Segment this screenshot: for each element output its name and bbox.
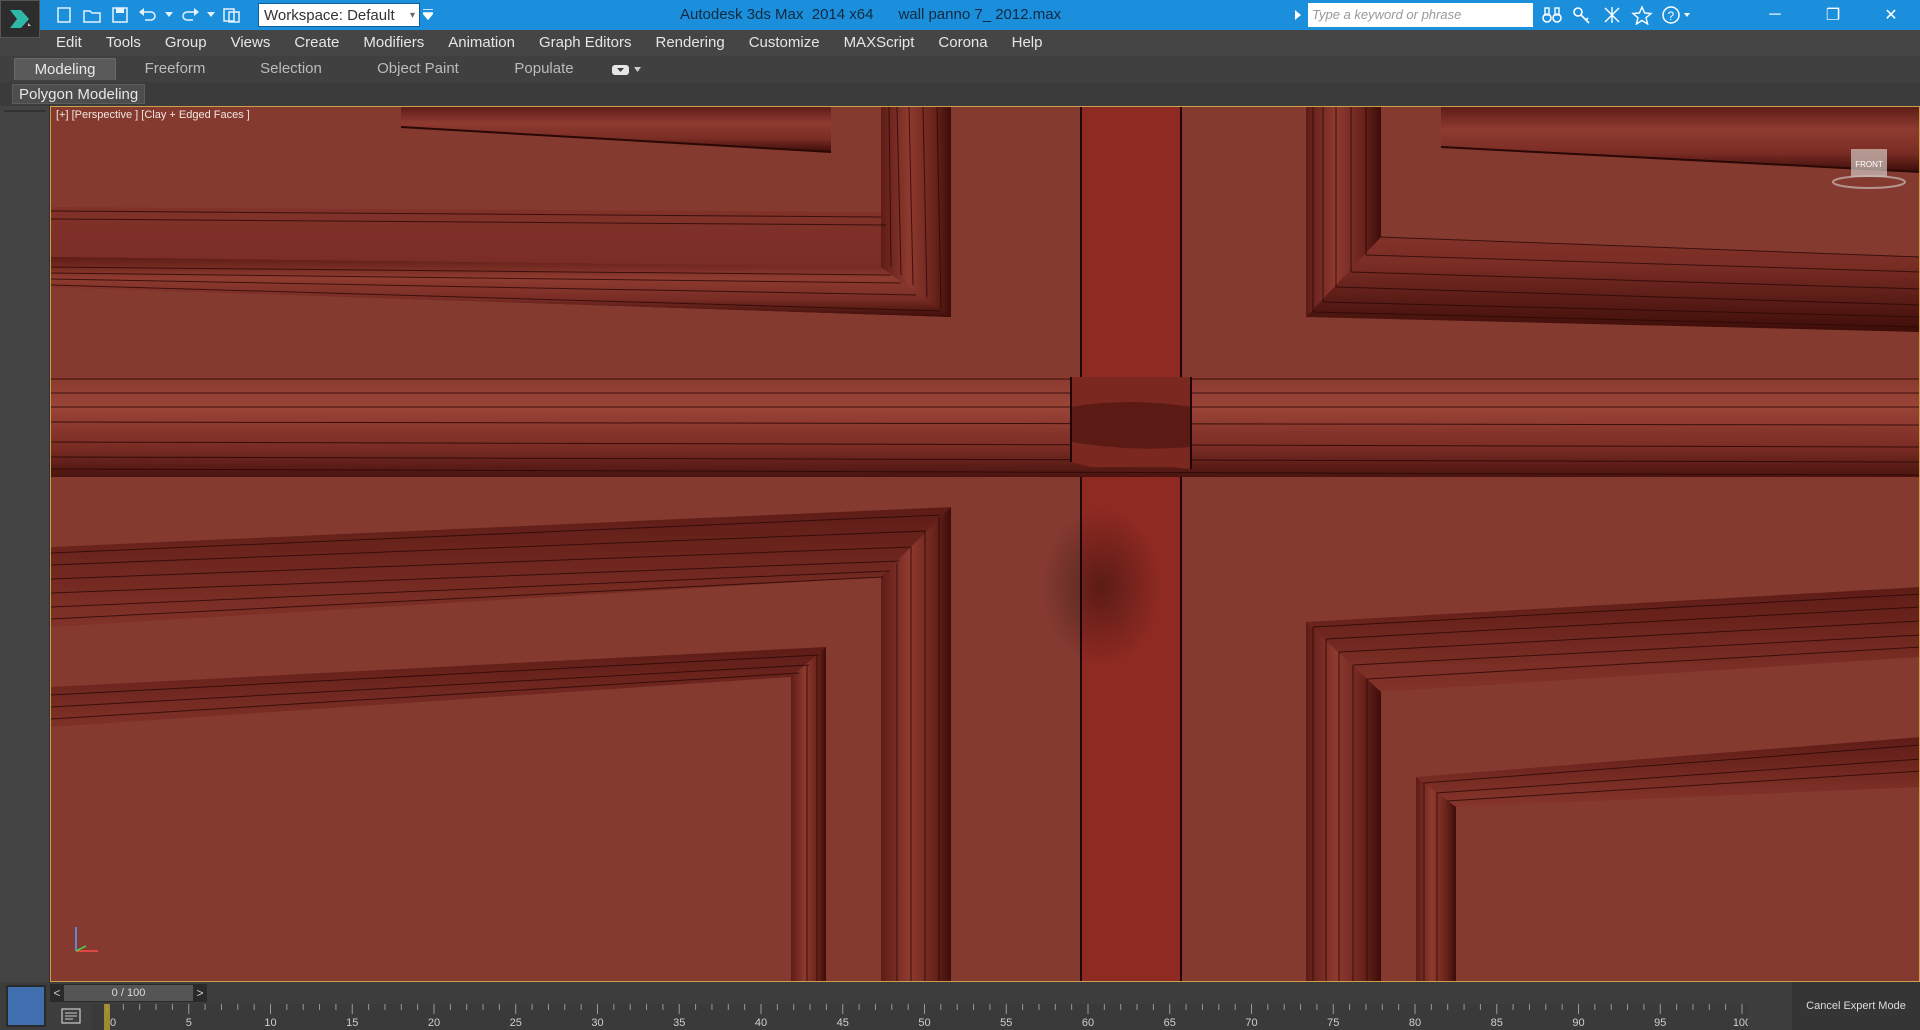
- search-input[interactable]: Type a keyword or phrase: [1308, 3, 1533, 27]
- track-tick-label: 5: [186, 1017, 192, 1029]
- maxscript-mini-listener[interactable]: [6, 985, 46, 1027]
- track-tick-label: 15: [346, 1017, 358, 1029]
- tab-populate[interactable]: Populate: [494, 58, 594, 80]
- menu-customize[interactable]: Customize: [737, 30, 832, 56]
- wall-panel-render: [51, 107, 1919, 981]
- viewcube[interactable]: FRONT: [1829, 137, 1909, 197]
- infocenter-toolbar: ?: [1534, 0, 1714, 30]
- application-menu-button[interactable]: [0, 0, 40, 38]
- quick-access-toolbar: [52, 4, 244, 26]
- current-frame-marker[interactable]: [104, 1004, 110, 1030]
- redo-icon[interactable]: [178, 4, 202, 26]
- tab-selection[interactable]: Selection: [240, 58, 342, 80]
- horizontal-chair-rail: [51, 377, 1919, 477]
- max-logo-icon: [10, 10, 31, 28]
- menu-help[interactable]: Help: [1000, 30, 1055, 56]
- svg-text:?: ?: [1668, 9, 1675, 23]
- menu-edit[interactable]: Edit: [56, 30, 94, 56]
- menu-tools[interactable]: Tools: [94, 30, 153, 56]
- time-slider[interactable]: < 0 / 100 >: [50, 984, 207, 1002]
- minimize-icon[interactable]: ─: [1746, 0, 1804, 30]
- time-slider-value: 0 / 100: [64, 985, 193, 1001]
- binoculars-icon[interactable]: [1540, 3, 1564, 27]
- cancel-expert-mode-button[interactable]: Cancel Expert Mode: [1792, 982, 1920, 1030]
- save-file-icon[interactable]: [108, 4, 132, 26]
- axis-tripod-icon: [75, 927, 98, 952]
- strip-divider: [4, 110, 46, 112]
- redo-dropdown-icon[interactable]: [206, 4, 216, 26]
- track-tick-label: 75: [1327, 1017, 1339, 1029]
- tab-freeform[interactable]: Freeform: [124, 58, 226, 80]
- track-tick-label: 20: [428, 1017, 440, 1029]
- workspace-label: Workspace: Default: [264, 7, 395, 24]
- new-file-icon[interactable]: [52, 4, 76, 26]
- title-bar: Workspace: Default ▾ Autodesk 3ds Max 20…: [0, 0, 1920, 38]
- menu-graph-editors[interactable]: Graph Editors: [527, 30, 644, 56]
- workspace-dropdown[interactable]: Workspace: Default ▾: [258, 3, 420, 27]
- track-tick-label: 10: [264, 1017, 276, 1029]
- tab-modeling[interactable]: Modeling: [14, 58, 116, 80]
- track-tick-label: 95: [1654, 1017, 1666, 1029]
- viewport-label[interactable]: [+] [Perspective ] [Clay + Edged Faces ]: [56, 109, 250, 121]
- track-tick-label: 80: [1409, 1017, 1421, 1029]
- menu-corona[interactable]: Corona: [926, 30, 999, 56]
- chevron-left-icon[interactable]: <: [50, 986, 64, 1000]
- viewcube-face-label: FRONT: [1855, 160, 1883, 169]
- expand-search-icon[interactable]: [1293, 6, 1303, 24]
- restore-icon[interactable]: ❐: [1804, 0, 1862, 30]
- track-tick-label: 25: [510, 1017, 522, 1029]
- chevron-down-icon: ▾: [409, 10, 415, 21]
- menu-create[interactable]: Create: [282, 30, 351, 56]
- track-tick-label: 55: [1000, 1017, 1012, 1029]
- 3ds-max-window: Workspace: Default ▾ Autodesk 3ds Max 20…: [0, 0, 1920, 1030]
- open-file-icon[interactable]: [80, 4, 104, 26]
- window-controls: ─ ❐ ✕: [1746, 0, 1920, 30]
- track-tick-label: 100: [1733, 1017, 1748, 1029]
- menu-rendering[interactable]: Rendering: [643, 30, 736, 56]
- undo-dropdown-icon[interactable]: [164, 4, 174, 26]
- track-bar[interactable]: 0 5 10 15 20 25 30 35 40 45 50 55 60 65 70 75 80 85 90 95 10…: [92, 1004, 1748, 1030]
- menu-views[interactable]: Views: [219, 30, 283, 56]
- help-icon[interactable]: ?: [1660, 3, 1694, 27]
- subscription-key-icon[interactable]: [1570, 3, 1594, 27]
- track-tick-label: 35: [673, 1017, 685, 1029]
- left-side-strip: [0, 106, 50, 982]
- menu-group[interactable]: Group: [153, 30, 219, 56]
- ribbon-tab-bar: Modeling Freeform Selection Object Paint…: [0, 56, 1920, 82]
- perspective-viewport[interactable]: [+] [Perspective ] [Clay + Edged Faces ]…: [50, 106, 1920, 982]
- track-tick-label: 40: [755, 1017, 767, 1029]
- communication-center-icon[interactable]: [1600, 3, 1624, 27]
- track-tick-label: 90: [1572, 1017, 1584, 1029]
- menu-modifiers[interactable]: Modifiers: [351, 30, 436, 56]
- bottom-timeline-area: < 0 / 100 > 0 5 10 15 20 25 30 35 40 45 50 55 60 65 70…: [0, 982, 1920, 1030]
- tab-object-paint[interactable]: Object Paint: [362, 58, 474, 80]
- track-tick-label: 85: [1491, 1017, 1503, 1029]
- main-menu-bar: Edit Tools Group Views Create Modifiers …: [40, 30, 1920, 56]
- track-tick-label: 50: [918, 1017, 930, 1029]
- track-tick-label: 60: [1082, 1017, 1094, 1029]
- menu-animation[interactable]: Animation: [436, 30, 527, 56]
- favorites-star-icon[interactable]: [1630, 3, 1654, 27]
- undo-icon[interactable]: [136, 4, 160, 26]
- close-icon[interactable]: ✕: [1862, 0, 1920, 30]
- curve-editor-icon[interactable]: [58, 1006, 84, 1026]
- ribbon-options-icon[interactable]: [612, 64, 646, 76]
- chevron-right-icon[interactable]: >: [193, 986, 207, 1000]
- window-title: Autodesk 3ds Max 2014 x64 wall panno 7_ …: [680, 6, 1062, 23]
- track-tick-label: 45: [837, 1017, 849, 1029]
- ribbon-panel-bar: Polygon Modeling: [0, 82, 1920, 106]
- track-tick-label: 0: [110, 1017, 116, 1029]
- track-tick-label: 30: [591, 1017, 603, 1029]
- customize-toolbar-icon[interactable]: [420, 3, 436, 27]
- track-tick-label: 65: [1164, 1017, 1176, 1029]
- track-tick-label: 70: [1245, 1017, 1257, 1029]
- project-folder-icon[interactable]: [220, 4, 244, 26]
- polygon-modeling-panel[interactable]: Polygon Modeling: [12, 84, 146, 104]
- menu-maxscript[interactable]: MAXScript: [832, 30, 927, 56]
